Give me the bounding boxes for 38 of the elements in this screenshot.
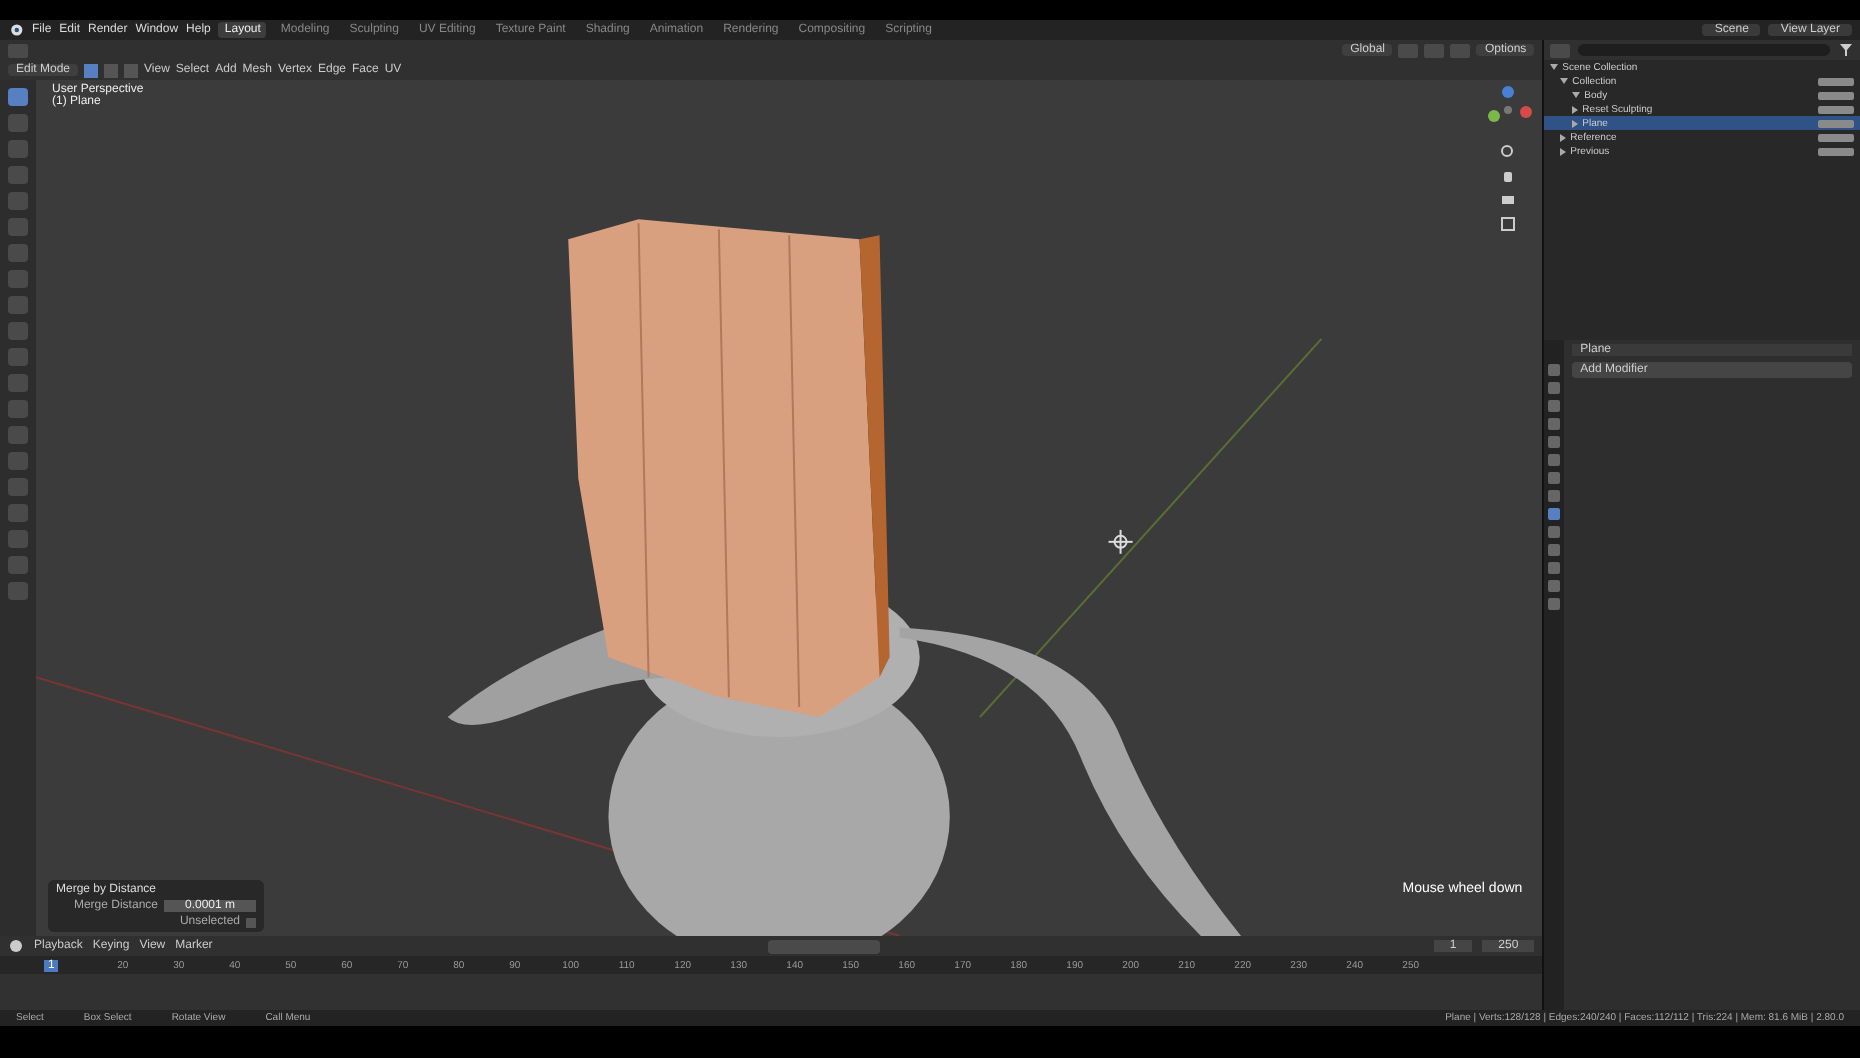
visibility-icon[interactable] — [1818, 105, 1854, 113]
expand-icon[interactable] — [1560, 133, 1567, 141]
properties-tab[interactable] — [1548, 562, 1561, 574]
properties-tab[interactable] — [1548, 400, 1561, 412]
select-mode-button[interactable] — [124, 63, 139, 77]
properties-tab[interactable] — [1548, 454, 1561, 466]
expand-icon[interactable] — [1560, 147, 1567, 155]
properties-tab[interactable] — [1548, 544, 1561, 556]
properties-tab[interactable] — [1548, 490, 1561, 502]
expand-icon[interactable] — [1572, 119, 1579, 127]
properties-tab[interactable] — [1548, 364, 1561, 376]
playback-controls[interactable] — [767, 939, 880, 953]
properties-tab[interactable] — [1548, 526, 1561, 538]
properties-tab[interactable] — [1548, 598, 1561, 610]
tool-button[interactable] — [8, 88, 28, 106]
select-mode-button[interactable] — [104, 63, 119, 77]
expand-icon[interactable] — [1560, 78, 1569, 84]
zoom-icon[interactable] — [1500, 144, 1517, 160]
properties-tab[interactable] — [1548, 508, 1561, 520]
unselected-checkbox[interactable] — [246, 917, 256, 927]
properties-tab[interactable] — [1548, 472, 1561, 484]
shading-button[interactable] — [1450, 43, 1471, 57]
snap-button[interactable] — [1398, 43, 1419, 57]
expand-icon[interactable] — [1572, 92, 1581, 98]
properties-tab[interactable] — [1548, 382, 1561, 394]
properties-tab[interactable] — [1548, 580, 1561, 592]
visibility-icon[interactable] — [1818, 147, 1854, 155]
visibility-icon[interactable] — [1818, 91, 1854, 99]
visibility-icon[interactable] — [1818, 133, 1854, 141]
overlay-button[interactable] — [1424, 43, 1445, 57]
select-mode-button[interactable] — [84, 63, 99, 77]
properties-tab[interactable] — [1548, 418, 1561, 430]
timeline-track[interactable] — [0, 974, 1543, 1010]
expand-icon[interactable] — [1550, 64, 1559, 70]
properties-tab[interactable] — [1548, 436, 1561, 448]
visibility-icon[interactable] — [1818, 77, 1854, 85]
visibility-icon[interactable] — [1818, 119, 1854, 127]
3d-cursor-icon — [1107, 528, 1134, 555]
